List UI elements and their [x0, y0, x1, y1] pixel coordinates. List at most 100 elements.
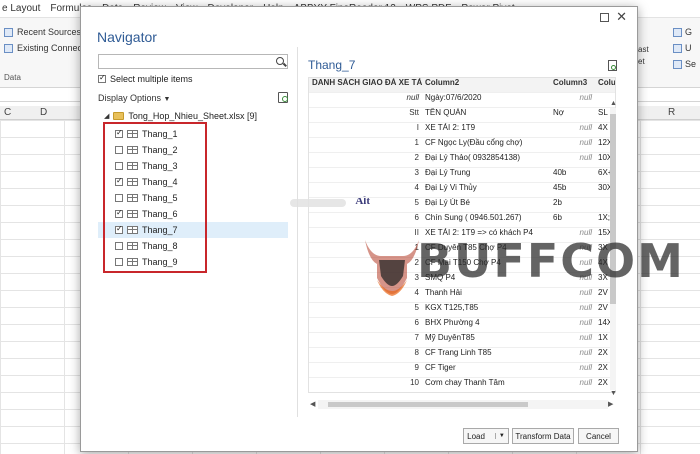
- preview-table-row: null Ngày:07/6/2020 null: [309, 93, 615, 108]
- preview-table-row: II XE TẢI 2: 1T9 => có khách P4 null 15X: [309, 228, 615, 243]
- preview-table-row: 1 CF Duyên T85 Chợ P4 null 3X: [309, 243, 615, 258]
- tree-root-file[interactable]: ◢ Tong_Hop_Nhieu_Sheet.xlsx [9]: [104, 111, 257, 121]
- scroll-down-icon[interactable]: ▼: [610, 390, 617, 397]
- folder-icon: [113, 112, 125, 120]
- scroll-up-icon[interactable]: ▲: [610, 100, 617, 107]
- caret-down-icon[interactable]: ◢: [104, 112, 109, 120]
- table-cell: 5: [414, 303, 419, 312]
- column-header[interactable]: Column2: [422, 78, 550, 92]
- table-cell: Đại Lý Trung: [425, 168, 471, 177]
- load-dropdown-icon[interactable]: ▼: [494, 433, 505, 439]
- preview-table-row: Stt TÊN QUÁN Nợ SL: [309, 108, 615, 123]
- table-cell: CF Ngọc Ly(Đầu cổng chợ): [425, 138, 523, 147]
- tab-page-layout[interactable]: e Layout: [2, 3, 40, 14]
- column-header[interactable]: Colu: [595, 78, 615, 92]
- refresh-icon[interactable]: [278, 92, 288, 103]
- preview-table-row: 6 BHX Phường 4 null 14X: [309, 318, 615, 333]
- table-cell: 3: [414, 168, 419, 177]
- table-cell: CF Tiger: [425, 363, 456, 372]
- table-cell: CF Duyên T85 Chợ P4: [425, 243, 507, 252]
- ribbon-right-item-2[interactable]: U: [672, 40, 696, 56]
- scroll-thumb[interactable]: [610, 114, 616, 304]
- preview-header-row: DANH SÁCH GIAO ĐÁ XE TẢI 1T9 Column2 Col…: [309, 78, 615, 93]
- table-cell: 2: [414, 153, 419, 162]
- table-cell: Thanh Hải: [425, 288, 462, 297]
- search-icon[interactable]: [276, 57, 284, 65]
- transform-data-button[interactable]: Transform Data: [512, 428, 574, 444]
- preview-table-row: 10 Cơm chay Thanh Tâm null 2X: [309, 378, 615, 392]
- table-cell: null: [579, 138, 592, 147]
- load-button[interactable]: Load ▼: [463, 428, 509, 444]
- table-cell: BHX Phường 4: [425, 318, 480, 327]
- table-cell: 1: [414, 138, 419, 147]
- table-cell: 2b: [553, 198, 562, 207]
- ribbon-icon: [672, 27, 682, 37]
- table-cell: 4: [414, 183, 419, 192]
- table-cell: null: [579, 333, 592, 342]
- col-header-r[interactable]: R: [668, 107, 675, 118]
- export-icon[interactable]: [608, 60, 617, 71]
- ribbon-icon: [672, 59, 682, 69]
- preview-table-row: 9 CF Tiger null 2X: [309, 363, 615, 378]
- col-header-d[interactable]: D: [40, 107, 47, 118]
- table-cell: null: [579, 378, 592, 387]
- existing-connections-icon: [4, 43, 13, 53]
- preview-table-row: 8 CF Trang Linh T85 null 2X: [309, 348, 615, 363]
- table-cell: Đại Lý Thảo( 0932854138): [425, 153, 521, 162]
- table-cell: 5: [414, 198, 419, 207]
- preview-table-row: 7 Mỹ DuyênT85 null 1X: [309, 333, 615, 348]
- scroll-thumb[interactable]: [328, 402, 528, 407]
- col-header-c[interactable]: C: [4, 107, 11, 118]
- scroll-right-icon[interactable]: ▶: [608, 400, 613, 408]
- search-input[interactable]: [98, 54, 288, 69]
- preview-table-row: 2 Đại Lý Thảo( 0932854138) null 10X: [309, 153, 615, 168]
- table-cell: CF Mai T150 Chợ P4: [425, 258, 501, 267]
- cancel-button[interactable]: Cancel: [578, 428, 619, 444]
- table-cell: 3: [414, 273, 419, 282]
- table-cell: XE TẢI 2: 1T9 => có khách P4: [425, 228, 533, 237]
- ribbon-small-label-2: et: [638, 57, 645, 66]
- horizontal-scrollbar[interactable]: [318, 400, 608, 409]
- recent-sources-icon: [4, 27, 13, 37]
- highlight-box: [103, 122, 207, 273]
- ribbon-icon: [672, 43, 682, 53]
- table-cell: 2: [414, 258, 419, 267]
- table-cell: SMQ P4: [425, 273, 456, 282]
- table-cell: 1: [414, 243, 419, 252]
- column-header[interactable]: DANH SÁCH GIAO ĐÁ XE TẢI 1T9: [309, 78, 422, 92]
- table-cell: null: [579, 318, 592, 327]
- table-cell: null: [579, 303, 592, 312]
- table-cell: CF Trang Linh T85: [425, 348, 492, 357]
- table-cell: KGX T125,T85: [425, 303, 479, 312]
- table-cell: I: [416, 123, 419, 132]
- table-cell: II: [414, 228, 419, 237]
- checkbox-icon[interactable]: [98, 73, 106, 83]
- table-cell: 6b: [553, 213, 562, 222]
- table-cell: Đại Lý Vi Thủy: [425, 183, 477, 192]
- select-multiple-checkbox[interactable]: Select multiple items: [98, 73, 193, 84]
- table-cell: Mỹ DuyênT85: [425, 333, 475, 342]
- table-cell: null: [579, 258, 592, 267]
- chevron-down-icon: ▼: [163, 96, 171, 103]
- table-cell: 45b: [553, 183, 567, 192]
- table-cell: 6: [414, 213, 419, 222]
- group-label-data: Data: [4, 73, 21, 82]
- table-cell: 10: [410, 378, 419, 387]
- preview-table-row: 2 CF Mai T150 Chợ P4 null 4X: [309, 258, 615, 273]
- table-cell: null: [579, 243, 592, 252]
- ribbon-small-label-1: ast: [638, 45, 649, 54]
- vertical-scrollbar[interactable]: [610, 108, 616, 390]
- display-options-dropdown[interactable]: Display Options ▼: [98, 93, 170, 103]
- table-cell: null: [579, 93, 592, 102]
- table-cell: null: [579, 123, 592, 132]
- preview-table-row: I XE TẢI 2: 1T9 null 4X: [309, 123, 615, 138]
- maximize-icon[interactable]: [600, 13, 609, 22]
- ribbon-right-item-3[interactable]: Se: [672, 56, 696, 72]
- table-cell: Chín Sung ( 0946.501.267): [425, 213, 522, 222]
- close-icon[interactable]: ✕: [616, 9, 627, 25]
- ribbon-right-item-1[interactable]: G: [672, 24, 696, 40]
- scroll-left-icon[interactable]: ◀: [310, 400, 315, 408]
- column-header[interactable]: Column3: [550, 78, 595, 92]
- table-cell: Nợ: [553, 108, 565, 117]
- table-cell: 40b: [553, 168, 567, 177]
